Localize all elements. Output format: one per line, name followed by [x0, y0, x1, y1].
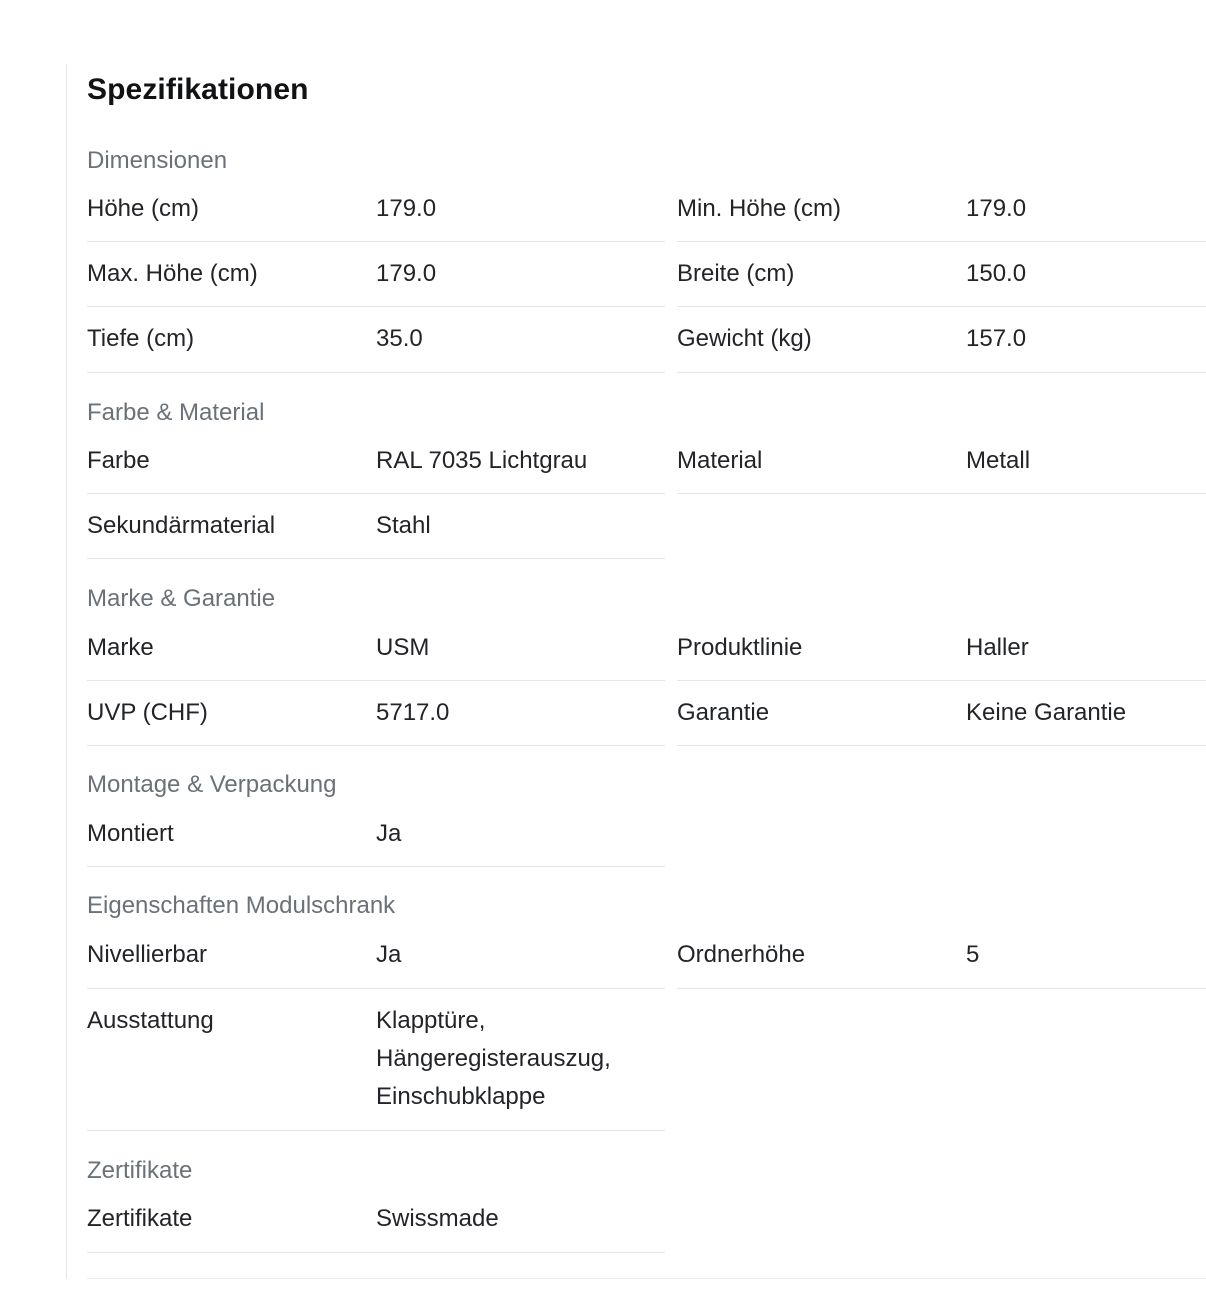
spec-row-montiert: Montiert Ja: [87, 815, 665, 867]
spec-row-min-hoehe: Min. Höhe (cm) 179.0: [677, 190, 1206, 242]
spec-label: Nivellierbar: [87, 941, 208, 968]
spec-value: 157.0: [966, 325, 1027, 352]
spec-value: 35.0: [376, 325, 423, 352]
spec-row-produktlinie: Produktlinie Haller: [677, 629, 1206, 681]
spec-label: Marke: [87, 634, 154, 661]
spec-label: Breite (cm): [677, 260, 795, 287]
panel-bottom-divider: [87, 1278, 1206, 1279]
spec-row-gewicht: Gewicht (kg) 157.0: [677, 320, 1206, 373]
spec-value: Swissmade: [376, 1205, 499, 1232]
spec-value: Klapptüre, Hängeregisterauszug, Einschub…: [376, 1007, 611, 1110]
spec-value: 5717.0: [376, 699, 450, 726]
spec-row-sekundaermaterial: Sekundärmaterial Stahl: [87, 507, 665, 559]
spec-value: RAL 7035 Lichtgrau: [376, 447, 588, 474]
group-title-marke-garantie: Marke & Garantie: [87, 585, 276, 612]
spec-row-uvp: UVP (CHF) 5717.0: [87, 694, 665, 746]
spec-value: Ja: [376, 941, 402, 968]
spec-value: 5: [966, 941, 980, 968]
spec-row-ausstattung: Ausstattung Klapptüre, Hängeregisterausz…: [87, 1002, 665, 1131]
spec-value: 150.0: [966, 260, 1027, 287]
group-title-farbe-material: Farbe & Material: [87, 399, 265, 426]
panel-title: Spezifikationen: [87, 73, 309, 106]
spec-row-nivellierbar: Nivellierbar Ja: [87, 936, 665, 989]
spec-value: USM: [376, 634, 430, 661]
spec-value: Keine Garantie: [966, 699, 1127, 726]
spec-row-breite: Breite (cm) 150.0: [677, 255, 1206, 307]
spec-label: Tiefe (cm): [87, 325, 195, 352]
spec-label: Min. Höhe (cm): [677, 195, 842, 222]
spec-row-marke: Marke USM: [87, 629, 665, 681]
spec-label: Ausstattung: [87, 1007, 214, 1034]
spec-value: Ja: [376, 820, 402, 847]
spec-row-ordnerhoehe: Ordnerhöhe 5: [677, 936, 1206, 989]
spec-label: Garantie: [677, 699, 770, 726]
spec-row-hoehe: Höhe (cm) 179.0: [87, 190, 665, 242]
spec-row-zertifikate: Zertifikate Swissmade: [87, 1200, 665, 1253]
spec-row-farbe: Farbe RAL 7035 Lichtgrau: [87, 442, 665, 494]
spec-label: Produktlinie: [677, 634, 803, 661]
spec-label: UVP (CHF): [87, 699, 208, 726]
spec-label: Sekundärmaterial: [87, 512, 276, 539]
spec-label: Zertifikate: [87, 1205, 193, 1232]
spec-label: Gewicht (kg): [677, 325, 812, 352]
spec-label: Max. Höhe (cm): [87, 260, 258, 287]
spec-value: Metall: [966, 447, 1031, 474]
spec-value: 179.0: [966, 195, 1027, 222]
specifications-panel: Spezifikationen Dimensionen Höhe (cm) 17…: [66, 64, 1206, 1279]
spec-value: 179.0: [376, 195, 437, 222]
spec-label: Material: [677, 447, 763, 474]
spec-label: Montiert: [87, 820, 174, 847]
spec-label: Höhe (cm): [87, 195, 200, 222]
group-title-dimensionen: Dimensionen: [87, 147, 228, 174]
spec-value: Stahl: [376, 512, 431, 539]
group-title-eigenschaften-modulschrank: Eigenschaften Modulschrank: [87, 892, 396, 919]
spec-row-material: Material Metall: [677, 442, 1206, 494]
spec-label: Farbe: [87, 447, 150, 474]
spec-label: Ordnerhöhe: [677, 941, 806, 968]
spec-value: 179.0: [376, 260, 437, 287]
spec-value: Haller: [966, 634, 1029, 661]
spec-row-tiefe: Tiefe (cm) 35.0: [87, 320, 665, 373]
group-title-montage-verpackung: Montage & Verpackung: [87, 771, 337, 798]
group-title-zertifikate: Zertifikate: [87, 1157, 193, 1184]
spec-row-garantie: Garantie Keine Garantie: [677, 694, 1206, 746]
spec-row-max-hoehe: Max. Höhe (cm) 179.0: [87, 255, 665, 307]
